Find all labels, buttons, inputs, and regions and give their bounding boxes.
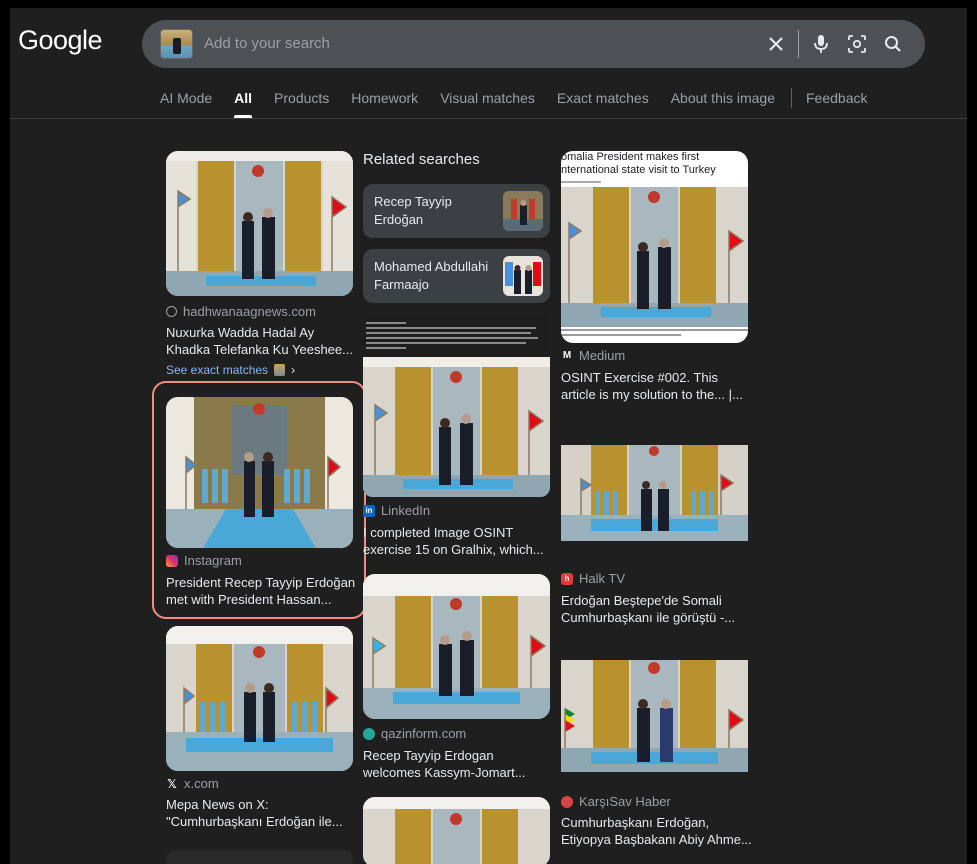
chevron-right-icon: › bbox=[291, 363, 296, 377]
result-source[interactable]: in LinkedIn bbox=[363, 503, 430, 518]
chip-thumbnail bbox=[503, 191, 543, 231]
title-line: welcomes Kassym-Jomart... bbox=[363, 765, 526, 780]
source-name: hadhwanaagnews.com bbox=[183, 304, 316, 319]
result-image[interactable] bbox=[363, 797, 550, 864]
tab-homework[interactable]: Homework bbox=[351, 88, 418, 118]
search-icon[interactable] bbox=[875, 26, 911, 62]
source-name: Instagram bbox=[184, 553, 242, 568]
search-actions bbox=[758, 20, 911, 68]
result-title[interactable]: Nuxurka Wadda Hadal Ay Khadka Telefanka … bbox=[166, 324, 356, 358]
title-line: I completed Image OSINT bbox=[363, 525, 514, 540]
google-logo[interactable]: Google bbox=[18, 25, 103, 56]
source-name: LinkedIn bbox=[381, 503, 431, 518]
tab-separator bbox=[791, 88, 792, 108]
linkedin-icon: in bbox=[363, 504, 375, 517]
x-icon: 𝕏 bbox=[167, 776, 177, 791]
result-image[interactable] bbox=[166, 397, 353, 548]
title-line: exercise 15 on Gralhix, which... bbox=[363, 542, 544, 557]
result-source[interactable]: KarşıSav Haber bbox=[561, 794, 671, 809]
headline-line: nternational state visit to Turkey bbox=[561, 164, 716, 176]
title-line: Etiyopya Başbakanı Abiy Ahme... bbox=[561, 832, 751, 847]
source-name: qazinform.com bbox=[381, 726, 467, 741]
tab-about-this-image[interactable]: About this image bbox=[671, 88, 775, 118]
chip-label: Mohamed Abdullahi Farmaajo bbox=[374, 258, 494, 294]
result-title[interactable]: Erdoğan Beştepe'de Somali Cumhurbaşkanı … bbox=[561, 592, 751, 626]
source-name: x.com bbox=[184, 776, 219, 791]
result-title[interactable]: I completed Image OSINT exercise 15 on G… bbox=[363, 524, 553, 558]
instagram-icon bbox=[166, 554, 178, 567]
result-title[interactable]: Recep Tayyip Erdogan welcomes Kassym-Jom… bbox=[363, 747, 553, 781]
halktv-icon: h bbox=[561, 572, 573, 585]
result-source[interactable]: qazinform.com bbox=[363, 726, 466, 741]
source-name: KarşıSav Haber bbox=[579, 794, 671, 809]
result-title[interactable]: Cumhurbaşkanı Erdoğan, Etiyopya Başbakan… bbox=[561, 814, 751, 848]
tab-visual-matches[interactable]: Visual matches bbox=[440, 88, 535, 118]
related-search-chip[interactable]: Mohamed Abdullahi Farmaajo bbox=[363, 249, 550, 303]
query-image-thumbnail[interactable] bbox=[160, 29, 193, 59]
headline-line: omalia President makes first bbox=[561, 151, 700, 163]
globe-icon bbox=[166, 306, 177, 317]
result-image[interactable] bbox=[166, 151, 353, 296]
result-image[interactable] bbox=[166, 850, 353, 864]
title-line: President Recep Tayyip Erdoğan bbox=[166, 575, 356, 590]
result-source[interactable]: hadhwanaagnews.com bbox=[166, 304, 316, 319]
title-line: Mepa News on X: bbox=[166, 797, 269, 812]
result-source[interactable]: Instagram bbox=[166, 553, 242, 568]
results-page: Google Add to your search AI Mode All Pr… bbox=[10, 8, 967, 864]
title-line: OSINT Exercise #002. This bbox=[561, 370, 719, 385]
header-divider bbox=[10, 118, 967, 119]
article-headline: omalia President makes first nternationa… bbox=[561, 151, 716, 177]
tab-products[interactable]: Products bbox=[274, 88, 329, 118]
related-search-chip[interactable]: Recep Tayyip Erdoğan bbox=[363, 184, 550, 238]
search-input[interactable]: Add to your search bbox=[204, 20, 704, 68]
exact-matches-label: See exact matches bbox=[166, 363, 269, 377]
result-image[interactable] bbox=[561, 642, 748, 787]
chip-label-line: Recep Tayyip bbox=[374, 194, 452, 209]
chip-label-line: Farmaajo bbox=[374, 277, 429, 292]
title-line: Cumhurbaşkanı Erdoğan, bbox=[561, 815, 710, 830]
source-name: Halk TV bbox=[579, 571, 625, 586]
result-title[interactable]: Mepa News on X: "Cumhurbaşkanı Erdoğan i… bbox=[166, 796, 356, 830]
result-image[interactable] bbox=[166, 626, 353, 771]
search-divider bbox=[798, 30, 799, 58]
title-line: Recep Tayyip Erdogan bbox=[363, 748, 494, 763]
tab-all[interactable]: All bbox=[234, 88, 252, 118]
result-source[interactable]: h Halk TV bbox=[561, 571, 625, 586]
result-image[interactable] bbox=[561, 419, 748, 567]
result-image[interactable]: omalia President makes first nternationa… bbox=[561, 151, 748, 343]
clear-icon[interactable] bbox=[758, 26, 794, 62]
chip-label: Recep Tayyip Erdoğan bbox=[374, 193, 494, 229]
search-tabs: AI Mode All Products Homework Visual mat… bbox=[160, 88, 889, 118]
result-image[interactable] bbox=[363, 315, 550, 497]
tab-exact-matches[interactable]: Exact matches bbox=[557, 88, 649, 118]
title-line: Nuxurka Wadda Hadal Ay bbox=[166, 325, 315, 340]
exact-match-thumbnail bbox=[274, 364, 286, 376]
lens-icon[interactable] bbox=[839, 26, 875, 62]
result-source[interactable]: 𝕏 x.com bbox=[166, 776, 219, 791]
screen-frame: Google Add to your search AI Mode All Pr… bbox=[0, 0, 977, 864]
title-line: Erdoğan Beştepe'de Somali bbox=[561, 593, 722, 608]
chip-label-line: Mohamed Abdullahi bbox=[374, 259, 489, 274]
result-source[interactable]: M Medium bbox=[561, 348, 625, 363]
medium-icon: M bbox=[562, 350, 572, 361]
related-searches-heading: Related searches bbox=[363, 151, 480, 168]
title-line: Khadka Telefanka Ku Yeeshee... bbox=[166, 342, 353, 357]
karsisav-icon bbox=[561, 795, 573, 808]
search-bar[interactable]: Add to your search bbox=[142, 20, 925, 68]
result-title[interactable]: OSINT Exercise #002. This article is my … bbox=[561, 369, 751, 403]
chip-label-line: Erdoğan bbox=[374, 212, 424, 227]
result-image[interactable] bbox=[363, 574, 550, 719]
microphone-icon[interactable] bbox=[803, 26, 839, 62]
title-line: article is my solution to the... |... bbox=[561, 387, 743, 402]
source-name: Medium bbox=[579, 348, 626, 363]
tab-feedback[interactable]: Feedback bbox=[806, 88, 867, 118]
tab-ai-mode[interactable]: AI Mode bbox=[160, 88, 212, 118]
title-line: met with President Hassan... bbox=[166, 592, 332, 607]
result-title[interactable]: President Recep Tayyip Erdoğan met with … bbox=[166, 574, 356, 608]
qazinform-icon bbox=[363, 727, 375, 740]
see-exact-matches-link[interactable]: See exact matches › bbox=[166, 363, 295, 377]
chip-thumbnail bbox=[503, 256, 543, 296]
title-line: Cumhurbaşkanı ile görüştü -... bbox=[561, 610, 736, 625]
title-line: "Cumhurbaşkanı Erdoğan ile... bbox=[166, 814, 343, 829]
